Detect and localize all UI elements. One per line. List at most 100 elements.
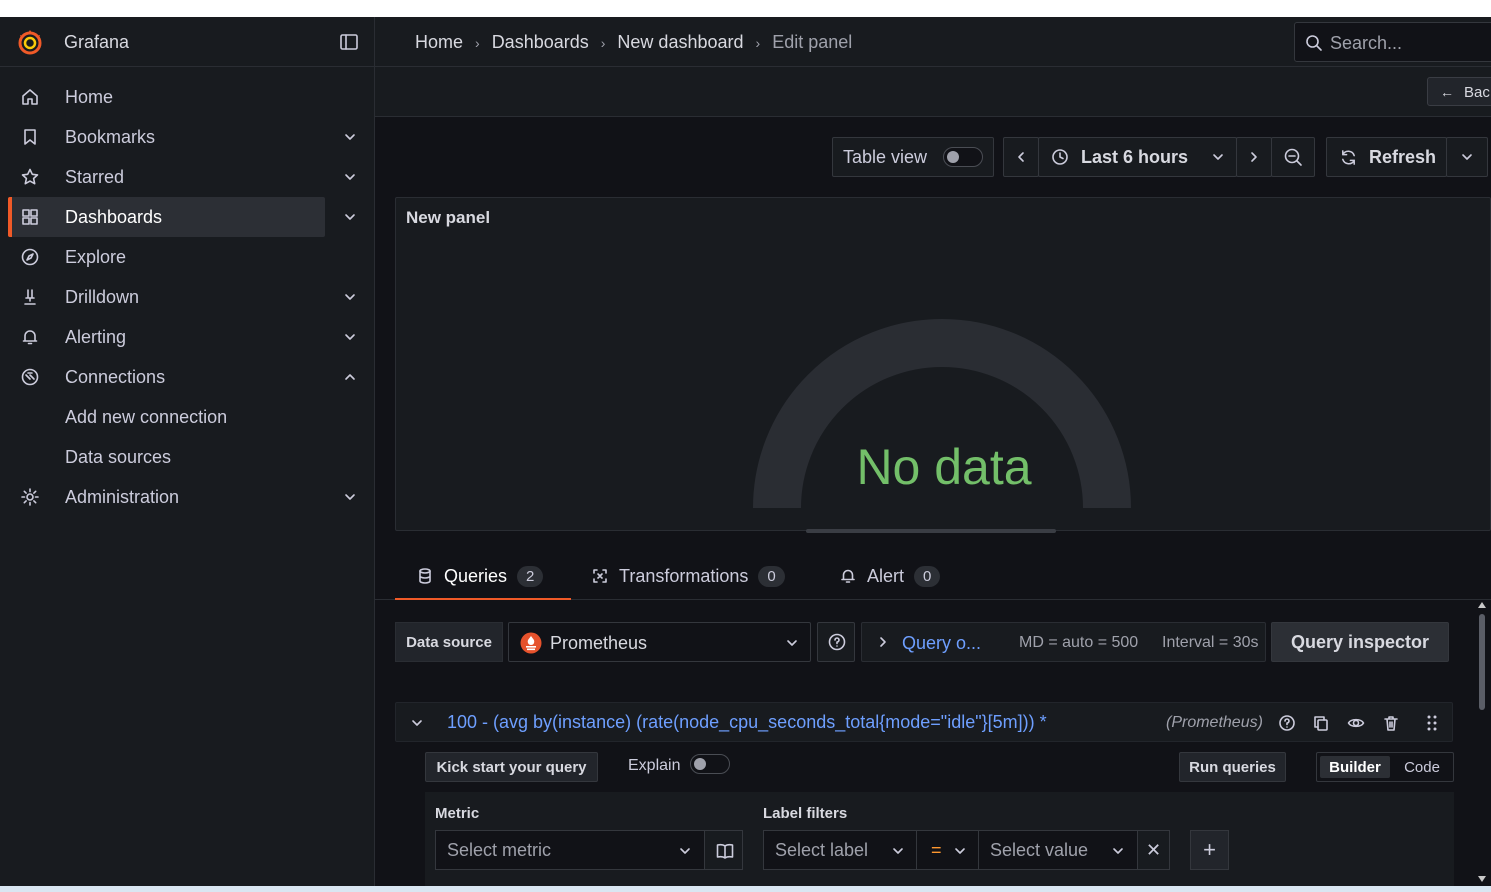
remove-label-filter-button[interactable]: ✕: [1137, 830, 1170, 870]
sidebar-item-drilldown[interactable]: Drilldown: [0, 277, 375, 317]
chevron-down-icon[interactable]: [410, 716, 424, 730]
refresh-label: Refresh: [1369, 147, 1437, 167]
zoom-out-button[interactable]: [1271, 137, 1315, 177]
sidebar-item-bookmarks[interactable]: Bookmarks: [0, 117, 375, 157]
metrics-explorer-button[interactable]: [704, 830, 743, 870]
breadcrumb-separator-icon: ›: [475, 34, 480, 51]
sidebar-item-label: Data sources: [65, 447, 172, 467]
builder-mode-button[interactable]: Builder: [1320, 756, 1390, 778]
breadcrumb-new-dashboard[interactable]: New dashboard: [617, 32, 743, 53]
editor-tabs: Queries 2 Transformations 0 Alert 0: [375, 552, 1491, 601]
panel-resize-handle[interactable]: [806, 529, 1056, 533]
bell-icon: [841, 569, 855, 583]
chevron-down-icon[interactable]: [342, 169, 358, 185]
sidebar-item-dashboards[interactable]: Dashboards: [0, 197, 375, 237]
tab-alert[interactable]: Alert 0: [839, 552, 949, 600]
tab-label: Queries: [444, 565, 508, 586]
value-select[interactable]: Select value: [978, 830, 1138, 870]
chevron-up-icon[interactable]: [342, 369, 358, 385]
chevron-down-icon[interactable]: [342, 129, 358, 145]
explain-switch[interactable]: [690, 754, 730, 774]
tab-queries[interactable]: Queries 2: [395, 552, 571, 601]
sidebar-item-explore[interactable]: Explore: [0, 237, 375, 277]
label-select[interactable]: Select label: [763, 830, 917, 870]
drag-handle-icon[interactable]: [1423, 714, 1441, 732]
search-placeholder: Search...: [1330, 33, 1403, 53]
time-range-back-button[interactable]: [1003, 137, 1039, 177]
scrollbar-thumb[interactable]: [1479, 614, 1485, 710]
browser-top-strip: [0, 0, 1491, 17]
editor-mode-switch: Builder Code: [1316, 752, 1454, 782]
home-icon: [22, 89, 38, 105]
query-row-header[interactable]: 100 - (avg by(instance) (rate(node_cpu_s…: [395, 702, 1453, 742]
dock-menu-icon[interactable]: [339, 32, 359, 52]
no-data-message: No data: [856, 439, 1032, 495]
sidebar-item-label: Dashboards: [65, 207, 163, 227]
edit-header: ← Bac: [375, 67, 1491, 117]
sidebar-item-data-sources[interactable]: Data sources: [0, 437, 375, 477]
breadcrumb-separator-icon: ›: [600, 34, 606, 51]
datasource-picker[interactable]: Prometheus: [508, 622, 811, 662]
sidebar-item-starred[interactable]: Starred: [0, 157, 375, 197]
sidebar-item-alerting[interactable]: Alerting: [0, 317, 375, 357]
arrow-left-icon: ←: [1440, 84, 1454, 100]
operator-select[interactable]: =: [916, 830, 979, 870]
back-button-label: Bac: [1464, 84, 1490, 101]
dashboards-grid-icon: [22, 209, 38, 225]
grafana-logo-icon[interactable]: [15, 27, 45, 57]
code-mode-button[interactable]: Code: [1395, 756, 1449, 778]
query-scrollbar[interactable]: [1476, 600, 1488, 886]
run-queries-button[interactable]: Run queries: [1179, 752, 1286, 782]
datasource-selected: Prometheus: [550, 633, 648, 653]
panel-preview: New panel No data: [395, 197, 1491, 531]
query-options[interactable]: Query o... MD = auto = 500 Interval = 30…: [861, 622, 1266, 662]
scroll-down-arrow-icon[interactable]: [1478, 876, 1486, 882]
query-datasource-name: (Prometheus): [1166, 714, 1263, 731]
query-inspector-button[interactable]: Query inspector: [1271, 622, 1449, 662]
scroll-up-arrow-icon[interactable]: [1478, 602, 1486, 608]
metric-label: Metric: [435, 805, 480, 822]
chevron-down-icon[interactable]: [342, 289, 358, 305]
time-range-picker[interactable]: Last 6 hours: [1038, 137, 1237, 177]
sidebar-item-home[interactable]: Home: [0, 77, 375, 117]
query-options-label: Query o...: [902, 633, 982, 653]
star-icon: [21, 168, 39, 185]
sidebar: Grafana Home Bookmarks Starred Dashboard…: [0, 17, 375, 886]
time-range-forward-button[interactable]: [1236, 137, 1272, 177]
table-view-toggle[interactable]: Table view: [832, 137, 994, 177]
add-label-filter-button[interactable]: +: [1190, 830, 1229, 870]
refresh-interval-dropdown[interactable]: [1446, 137, 1488, 177]
explain-label: Explain: [628, 757, 681, 774]
trash-icon[interactable]: [1382, 714, 1400, 732]
back-to-dashboard-button[interactable]: ← Bac: [1427, 77, 1491, 106]
chevron-down-icon[interactable]: [342, 329, 358, 345]
table-view-switch[interactable]: [943, 147, 983, 167]
kick-start-query-button[interactable]: Kick start your query: [425, 752, 598, 782]
breadcrumb-dashboards[interactable]: Dashboards: [492, 32, 589, 53]
breadcrumb-home[interactable]: Home: [415, 32, 463, 53]
sidebar-item-connections[interactable]: Connections: [0, 357, 375, 397]
refresh-button[interactable]: Refresh: [1326, 137, 1447, 177]
time-range-label: Last 6 hours: [1081, 147, 1189, 167]
breadcrumb: Home › Dashboards › New dashboard › Edit…: [415, 32, 852, 53]
sidebar-item-add-new-connection[interactable]: Add new connection: [0, 397, 375, 437]
metric-select[interactable]: Select metric: [435, 830, 705, 870]
label-placeholder: Select label: [775, 840, 869, 860]
chevron-right-icon: [880, 637, 886, 647]
question-circle-icon[interactable]: [1278, 714, 1296, 732]
sidebar-item-administration[interactable]: Administration: [0, 477, 375, 517]
query-expression[interactable]: 100 - (avg by(instance) (rate(node_cpu_s…: [447, 712, 1047, 733]
label-filters-label: Label filters: [763, 805, 848, 822]
tab-transformations[interactable]: Transformations 0: [591, 552, 801, 600]
copy-icon[interactable]: [1312, 714, 1330, 732]
sidebar-item-label: Drilldown: [65, 287, 140, 307]
chevron-down-icon[interactable]: [342, 209, 358, 225]
chevron-down-icon[interactable]: [342, 489, 358, 505]
datasource-help-button[interactable]: [817, 622, 855, 662]
book-icon: [716, 843, 734, 859]
chevron-down-icon: [1462, 154, 1472, 160]
tab-label: Alert: [867, 565, 905, 586]
chevron-down-icon: [893, 848, 903, 854]
search-input[interactable]: Search...: [1294, 22, 1491, 62]
eye-icon[interactable]: [1347, 714, 1365, 732]
